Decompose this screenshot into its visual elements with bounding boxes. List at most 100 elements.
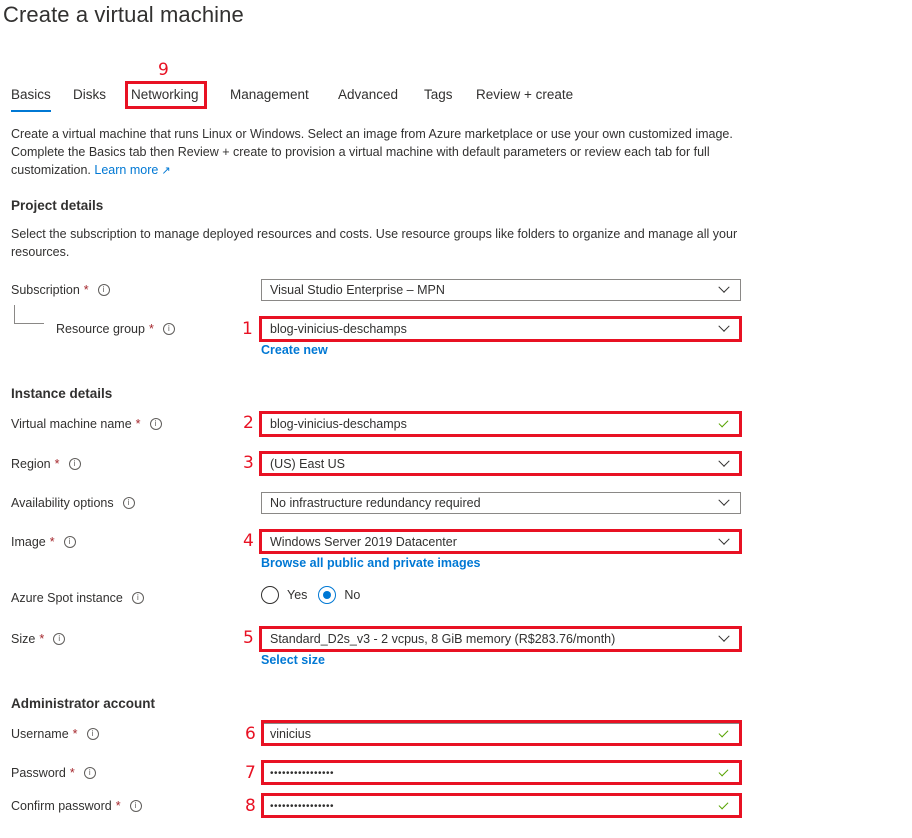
image-value: Windows Server 2019 Datacenter — [270, 535, 457, 549]
image-label-text: Image — [11, 535, 46, 549]
required-asterisk: * — [54, 457, 60, 471]
chevron-down-icon — [718, 494, 730, 506]
info-icon[interactable]: i — [68, 458, 81, 470]
resource-group-value: blog-vinicius-deschamps — [270, 322, 407, 336]
checkmark-icon — [718, 799, 729, 810]
image-dropdown[interactable]: Windows Server 2019 Datacenter — [261, 531, 741, 553]
vm-name-label: Virtual machine name * i — [11, 417, 162, 431]
vm-name-value: blog-vinicius-deschamps — [270, 417, 407, 431]
learn-more-label: Learn more — [94, 163, 159, 177]
project-details-description: Select the subscription to manage deploy… — [11, 227, 738, 259]
annotation-number-9: 9 — [158, 60, 169, 80]
spot-instance-radio-group: Yes No — [261, 586, 371, 604]
tab-tags[interactable]: Tags — [424, 86, 453, 112]
password-value: •••••••••••••••• — [270, 767, 335, 779]
annotation-number-2: 2 — [243, 413, 254, 433]
intro-description: Create a virtual machine that runs Linux… — [11, 125, 751, 180]
spot-no-label[interactable]: No — [344, 588, 360, 602]
username-value: vinicius — [270, 727, 311, 741]
availability-label-text: Availability options — [11, 496, 114, 510]
tab-review-create[interactable]: Review + create — [476, 86, 573, 112]
required-asterisk: * — [115, 799, 121, 813]
required-asterisk: * — [135, 417, 141, 431]
subscription-label: Subscription * i — [11, 283, 110, 297]
required-asterisk: * — [83, 283, 89, 297]
size-dropdown[interactable]: Standard_D2s_v3 - 2 vcpus, 8 GiB memory … — [261, 628, 741, 650]
section-project-details: Project details — [11, 198, 104, 213]
username-label: Username * i — [11, 727, 99, 741]
external-link-icon: ↗ — [161, 165, 171, 177]
username-label-text: Username — [11, 727, 69, 741]
size-label: Size * i — [11, 632, 66, 646]
size-label-text: Size — [11, 632, 36, 646]
subscription-value: Visual Studio Enterprise – MPN — [270, 283, 445, 297]
annotation-number-5: 5 — [243, 628, 254, 648]
tab-networking[interactable]: Networking — [131, 86, 199, 112]
availability-label: Availability options i — [11, 496, 135, 510]
subscription-label-text: Subscription — [11, 283, 80, 297]
region-label-text: Region — [11, 457, 51, 471]
vm-name-input[interactable]: blog-vinicius-deschamps — [261, 413, 741, 435]
spot-no-radio[interactable] — [318, 586, 337, 604]
info-icon[interactable]: i — [83, 767, 96, 779]
spot-yes-radio[interactable] — [261, 586, 279, 604]
password-label-text: Password — [11, 766, 66, 780]
tab-disks[interactable]: Disks — [73, 86, 106, 112]
confirm-password-label-text: Confirm password — [11, 799, 112, 813]
learn-more-link[interactable]: Learn more ↗ — [94, 163, 170, 177]
info-icon[interactable]: i — [162, 323, 175, 335]
region-value: (US) East US — [270, 457, 346, 471]
region-label: Region * i — [11, 457, 81, 471]
required-asterisk: * — [39, 632, 45, 646]
required-asterisk: * — [72, 727, 78, 741]
info-icon[interactable]: i — [97, 284, 110, 296]
info-icon[interactable]: i — [122, 497, 135, 509]
chevron-down-icon — [718, 533, 730, 545]
spot-instance-label-text: Azure Spot instance — [11, 591, 123, 605]
confirm-password-input[interactable]: •••••••••••••••• — [261, 795, 741, 817]
browse-images-link[interactable]: Browse all public and private images — [261, 556, 481, 570]
resource-group-dropdown[interactable]: blog-vinicius-deschamps — [261, 318, 741, 340]
checkmark-icon — [718, 417, 729, 428]
tab-basics[interactable]: Basics — [11, 86, 51, 112]
tab-advanced[interactable]: Advanced — [338, 86, 398, 112]
size-value: Standard_D2s_v3 - 2 vcpus, 8 GiB memory … — [270, 632, 616, 646]
info-icon[interactable]: i — [131, 592, 144, 604]
info-icon[interactable]: i — [129, 800, 142, 812]
spot-instance-label: Azure Spot instance i — [11, 591, 144, 605]
availability-dropdown[interactable]: No infrastructure redundancy required — [261, 492, 741, 514]
chevron-down-icon — [718, 320, 730, 332]
annotation-number-4: 4 — [243, 531, 254, 551]
chevron-down-icon — [718, 455, 730, 467]
annotation-number-7: 7 — [245, 763, 256, 783]
create-new-link[interactable]: Create new — [261, 343, 328, 357]
required-asterisk: * — [69, 766, 75, 780]
subscription-dropdown[interactable]: Visual Studio Enterprise – MPN — [261, 279, 741, 301]
checkmark-icon — [718, 727, 729, 738]
image-label: Image * i — [11, 535, 76, 549]
annotation-number-6: 6 — [245, 724, 256, 744]
page-title: Create a virtual machine — [3, 2, 244, 27]
tab-management[interactable]: Management — [230, 86, 309, 112]
confirm-password-label: Confirm password * i — [11, 799, 142, 813]
chevron-down-icon — [718, 281, 730, 293]
required-asterisk: * — [148, 322, 154, 336]
info-icon[interactable]: i — [63, 536, 76, 548]
required-asterisk: * — [49, 535, 55, 549]
chevron-down-icon — [718, 630, 730, 642]
availability-value: No infrastructure redundancy required — [270, 496, 481, 510]
info-icon[interactable]: i — [149, 418, 162, 430]
resource-group-label-text: Resource group — [56, 322, 145, 336]
section-instance-details: Instance details — [11, 386, 113, 401]
region-dropdown[interactable]: (US) East US — [261, 453, 741, 475]
spot-yes-label[interactable]: Yes — [287, 588, 307, 602]
password-input[interactable]: •••••••••••••••• — [261, 762, 741, 784]
tree-connector-line — [14, 305, 44, 324]
checkmark-icon — [718, 766, 729, 777]
select-size-link[interactable]: Select size — [261, 653, 325, 667]
info-icon[interactable]: i — [53, 633, 66, 645]
username-input[interactable]: vinicius — [261, 723, 741, 745]
resource-group-label: Resource group * i — [56, 322, 175, 336]
annotation-number-3: 3 — [243, 453, 254, 473]
info-icon[interactable]: i — [86, 728, 99, 740]
